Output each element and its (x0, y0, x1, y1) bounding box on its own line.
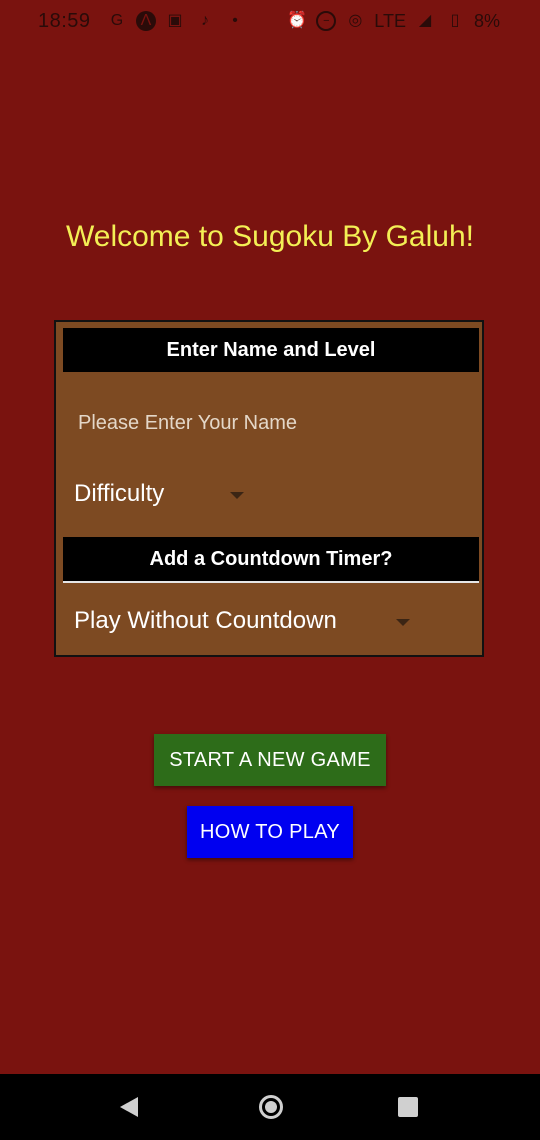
system-icons: ⏰ − ◎ LTE ◢ ▯ 8% (286, 10, 500, 32)
google-icon: G (110, 12, 124, 29)
back-icon[interactable] (120, 1097, 138, 1117)
countdown-header: Add a Countdown Timer? (63, 537, 479, 583)
battery-icon: ▯ (450, 12, 460, 29)
name-input[interactable] (76, 402, 470, 444)
tiktok-icon: ♪ (201, 12, 209, 29)
dot-icon: • (232, 12, 238, 29)
dropdown-caret-icon (230, 492, 244, 499)
how-to-play-button[interactable]: HOW TO PLAY (187, 806, 353, 858)
notification-icons: G Λ ▣ ♪ • (106, 10, 246, 32)
alarm-icon: ⏰ (287, 12, 308, 29)
dropdown-caret-icon (396, 619, 410, 626)
countdown-value: Play Without Countdown (74, 607, 337, 634)
game-setup-panel: Enter Name and Level Difficulty Add a Co… (54, 320, 484, 657)
gallery-icon: ▣ (167, 12, 183, 29)
arc-icon: Λ (136, 11, 156, 31)
start-new-game-button[interactable]: START A NEW GAME (154, 734, 386, 786)
status-time: 18:59 (38, 10, 91, 32)
dnd-icon: − (316, 11, 337, 31)
recent-apps-icon[interactable] (398, 1097, 418, 1117)
difficulty-select[interactable]: Difficulty (74, 472, 274, 516)
navigation-bar (0, 1074, 540, 1140)
network-label: LTE (374, 10, 406, 31)
lte-signal-icon: ◢ (418, 12, 432, 29)
hotspot-icon: ◎ (348, 12, 363, 29)
difficulty-value: Difficulty (74, 480, 165, 507)
countdown-select[interactable]: Play Without Countdown (74, 599, 434, 643)
battery-percentage: 8% (473, 10, 500, 31)
status-bar: 18:59 G Λ ▣ ♪ • ⏰ − ◎ LTE ◢ ▯ 8% (0, 0, 540, 44)
name-level-header: Enter Name and Level (63, 328, 479, 372)
home-icon[interactable] (259, 1095, 283, 1119)
welcome-title: Welcome to Sugoku By Galuh! (66, 220, 474, 253)
